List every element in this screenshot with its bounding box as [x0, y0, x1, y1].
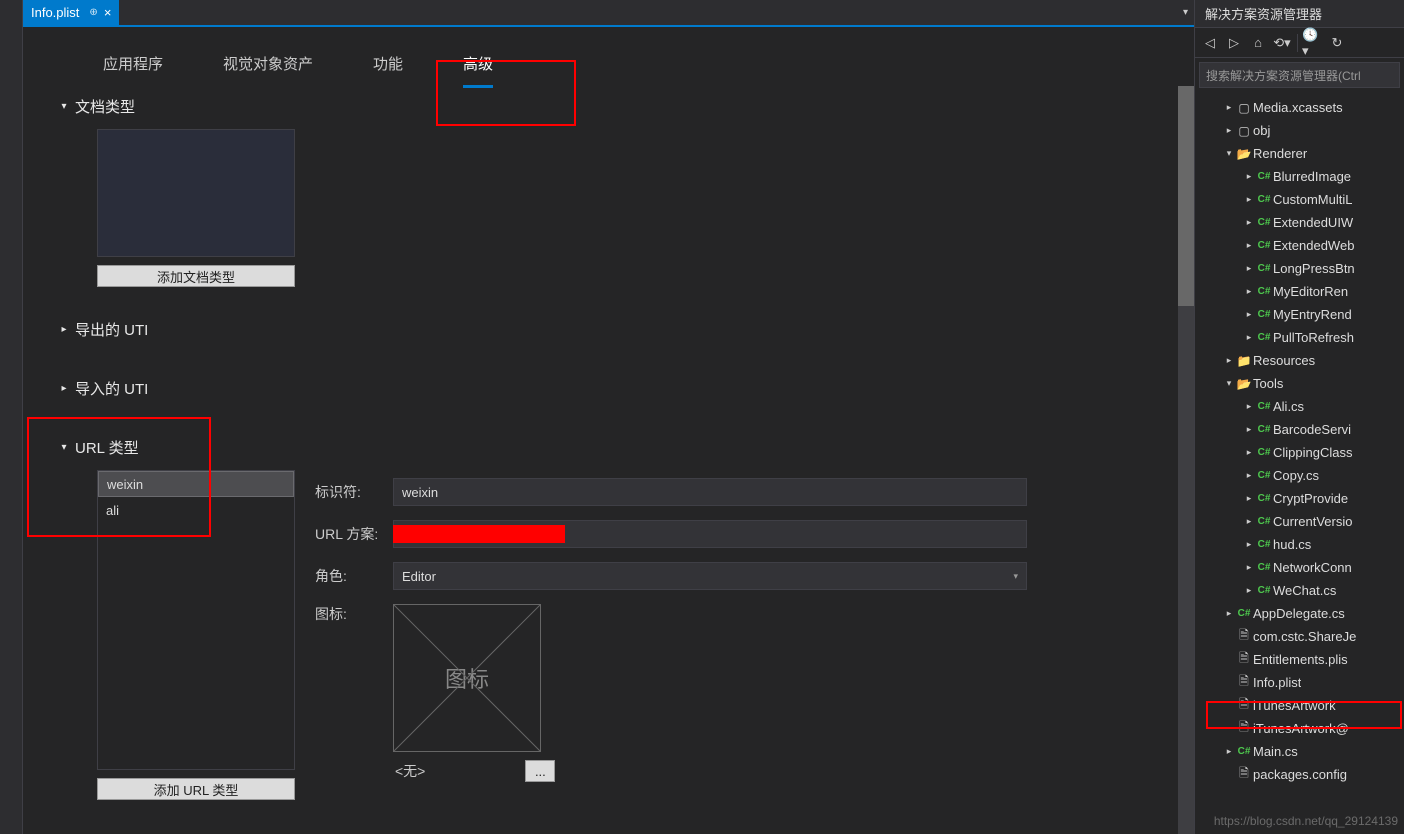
tab-overflow-icon[interactable]: ▾: [1183, 7, 1188, 18]
tree-node[interactable]: ▸C#Copy.cs: [1195, 464, 1404, 487]
icon-none-label: <无>: [395, 761, 425, 781]
panel-toolbar: ◁ ▷ ⌂ ⟲▾ 🕓▾ ↻: [1195, 28, 1404, 58]
tree-node[interactable]: ▸C#WeChat.cs: [1195, 579, 1404, 602]
section-title: URL 类型: [75, 437, 139, 458]
add-doc-type-button[interactable]: 添加文档类型: [97, 265, 295, 287]
solution-explorer: 解决方案资源管理器 ◁ ▷ ⌂ ⟲▾ 🕓▾ ↻ 搜索解决方案资源管理器(Ctrl…: [1194, 0, 1404, 834]
identifier-input[interactable]: [393, 478, 1027, 506]
separator: [1297, 34, 1298, 52]
chevron-right-icon: ▸: [53, 324, 75, 335]
back-icon[interactable]: ◁: [1199, 32, 1221, 54]
tree-node[interactable]: ▸C#ExtendedUIW: [1195, 211, 1404, 234]
tree-node[interactable]: ▸C#MyEditorRen: [1195, 280, 1404, 303]
tree-node[interactable]: ▸C#NetworkConn: [1195, 556, 1404, 579]
sync-icon[interactable]: ⟲▾: [1271, 32, 1293, 54]
tree-node[interactable]: ▸🗎iTunesArtwork: [1195, 694, 1404, 717]
tree-node[interactable]: ▸C#BlurredImage: [1195, 165, 1404, 188]
search-input[interactable]: 搜索解决方案资源管理器(Ctrl: [1199, 62, 1400, 88]
refresh-icon[interactable]: ↻: [1326, 32, 1348, 54]
subtab-advanced[interactable]: 高级: [433, 43, 523, 86]
doc-type-image-well[interactable]: [97, 129, 295, 257]
url-types-layout: weixin ali 添加 URL 类型 标识符: URL 方案:: [97, 470, 1164, 800]
tree-node[interactable]: ▸🗎com.cstc.ShareJe: [1195, 625, 1404, 648]
editor-area: Info.plist ⊕ × ▾ 应用程序 视觉对象资产 功能 高级 ▾ 文档类…: [23, 0, 1194, 834]
section-title: 文档类型: [75, 96, 135, 117]
scrollbar[interactable]: [1178, 86, 1194, 834]
redacted-overlay: [393, 525, 565, 543]
role-label: 角色:: [315, 566, 393, 586]
chevron-down-icon: ▾: [53, 442, 75, 453]
tree-node[interactable]: ▸🗎Entitlements.plis: [1195, 648, 1404, 671]
chevron-right-icon: ▸: [53, 383, 75, 394]
tree-node[interactable]: ▸C#ExtendedWeb: [1195, 234, 1404, 257]
browse-button[interactable]: ...: [525, 760, 555, 782]
tree-node[interactable]: ▸C#ClippingClass: [1195, 441, 1404, 464]
tree-node[interactable]: ▸C#PullToRefresh: [1195, 326, 1404, 349]
scheme-label: URL 方案:: [315, 524, 393, 544]
history-icon[interactable]: 🕓▾: [1302, 32, 1324, 54]
scrollbar-thumb[interactable]: [1178, 86, 1194, 306]
tree-node[interactable]: ▸C#CurrentVersio: [1195, 510, 1404, 533]
placeholder-x-icon: [394, 605, 540, 751]
tree-node[interactable]: ▸C#LongPressBtn: [1195, 257, 1404, 280]
tree-node[interactable]: ▸C#AppDelegate.cs: [1195, 602, 1404, 625]
tree-node[interactable]: ▸C#BarcodeServi: [1195, 418, 1404, 441]
sub-tabs: 应用程序 视觉对象资产 功能 高级: [23, 25, 1194, 86]
tree-node[interactable]: ▸C#MyEntryRend: [1195, 303, 1404, 326]
section-title: 导入的 UTI: [75, 378, 148, 399]
tree-node[interactable]: ▸C#hud.cs: [1195, 533, 1404, 556]
left-gutter: [0, 0, 23, 834]
section-exported-uti: ▸ 导出的 UTI: [53, 313, 1164, 346]
content-body: ▾ 文档类型 添加文档类型 ▸ 导出的 UTI ▸ 导入的 UTI: [23, 86, 1194, 834]
pin-icon[interactable]: ⊕: [89, 7, 97, 18]
tree-node[interactable]: ▸C#CryptProvide: [1195, 487, 1404, 510]
identifier-label: 标识符:: [315, 482, 393, 502]
chevron-down-icon: ▾: [1013, 571, 1018, 582]
chevron-down-icon: ▾: [53, 101, 75, 112]
tree[interactable]: ▸▢Media.xcassets ▸▢obj ▾📂Renderer ▸C#Blu…: [1195, 92, 1404, 834]
tree-node[interactable]: ▸🗎iTunesArtwork@: [1195, 717, 1404, 740]
tree-node-media[interactable]: ▸▢Media.xcassets: [1195, 96, 1404, 119]
tree-node-renderer[interactable]: ▾📂Renderer: [1195, 142, 1404, 165]
home-icon[interactable]: ⌂: [1247, 32, 1269, 54]
tab-info-plist[interactable]: Info.plist ⊕ ×: [23, 0, 119, 25]
tree-node-obj[interactable]: ▸▢obj: [1195, 119, 1404, 142]
tree-node[interactable]: ▸C#Ali.cs: [1195, 395, 1404, 418]
tree-node[interactable]: ▸🗎packages.config: [1195, 763, 1404, 786]
add-url-type-button[interactable]: 添加 URL 类型: [97, 778, 295, 800]
section-url-types: ▾ URL 类型 weixin ali 添加 URL 类型 标识符:: [53, 431, 1164, 800]
panel-title: 解决方案资源管理器: [1195, 0, 1404, 28]
close-icon[interactable]: ×: [104, 5, 112, 20]
tab-label: Info.plist: [31, 5, 79, 20]
tree-node[interactable]: ▸C#Main.cs: [1195, 740, 1404, 763]
subtab-app[interactable]: 应用程序: [73, 43, 193, 86]
tree-node-tools[interactable]: ▾📂Tools: [1195, 372, 1404, 395]
url-types-list[interactable]: weixin ali: [97, 470, 295, 770]
icon-label: 图标:: [315, 604, 393, 624]
section-header-imported-uti[interactable]: ▸ 导入的 UTI: [53, 372, 1164, 405]
watermark: https://blog.csdn.net/qq_29124139: [1214, 814, 1398, 828]
search-placeholder: 搜索解决方案资源管理器(Ctrl: [1206, 67, 1361, 84]
list-item-ali[interactable]: ali: [98, 497, 294, 523]
tab-bar: Info.plist ⊕ × ▾: [23, 0, 1194, 25]
url-type-form: 标识符: URL 方案: 角色: Editor ▾: [315, 470, 1164, 800]
section-header-exported-uti[interactable]: ▸ 导出的 UTI: [53, 313, 1164, 346]
section-header-doc-type[interactable]: ▾ 文档类型: [53, 90, 1164, 123]
role-value: Editor: [402, 569, 436, 584]
forward-icon[interactable]: ▷: [1223, 32, 1245, 54]
tree-node-resources[interactable]: ▸📁Resources: [1195, 349, 1404, 372]
icon-well[interactable]: 图标: [393, 604, 541, 752]
list-item-weixin[interactable]: weixin: [98, 471, 294, 497]
section-doc-type: ▾ 文档类型 添加文档类型: [53, 90, 1164, 287]
tree-node[interactable]: ▸C#CustomMultiL: [1195, 188, 1404, 211]
section-title: 导出的 UTI: [75, 319, 148, 340]
section-header-url-types[interactable]: ▾ URL 类型: [53, 431, 1164, 464]
subtab-capabilities[interactable]: 功能: [343, 43, 433, 86]
tree-node-info-plist[interactable]: ▸🗎Info.plist: [1195, 671, 1404, 694]
subtab-visual-assets[interactable]: 视觉对象资产: [193, 43, 343, 86]
section-imported-uti: ▸ 导入的 UTI: [53, 372, 1164, 405]
role-select[interactable]: Editor ▾: [393, 562, 1027, 590]
